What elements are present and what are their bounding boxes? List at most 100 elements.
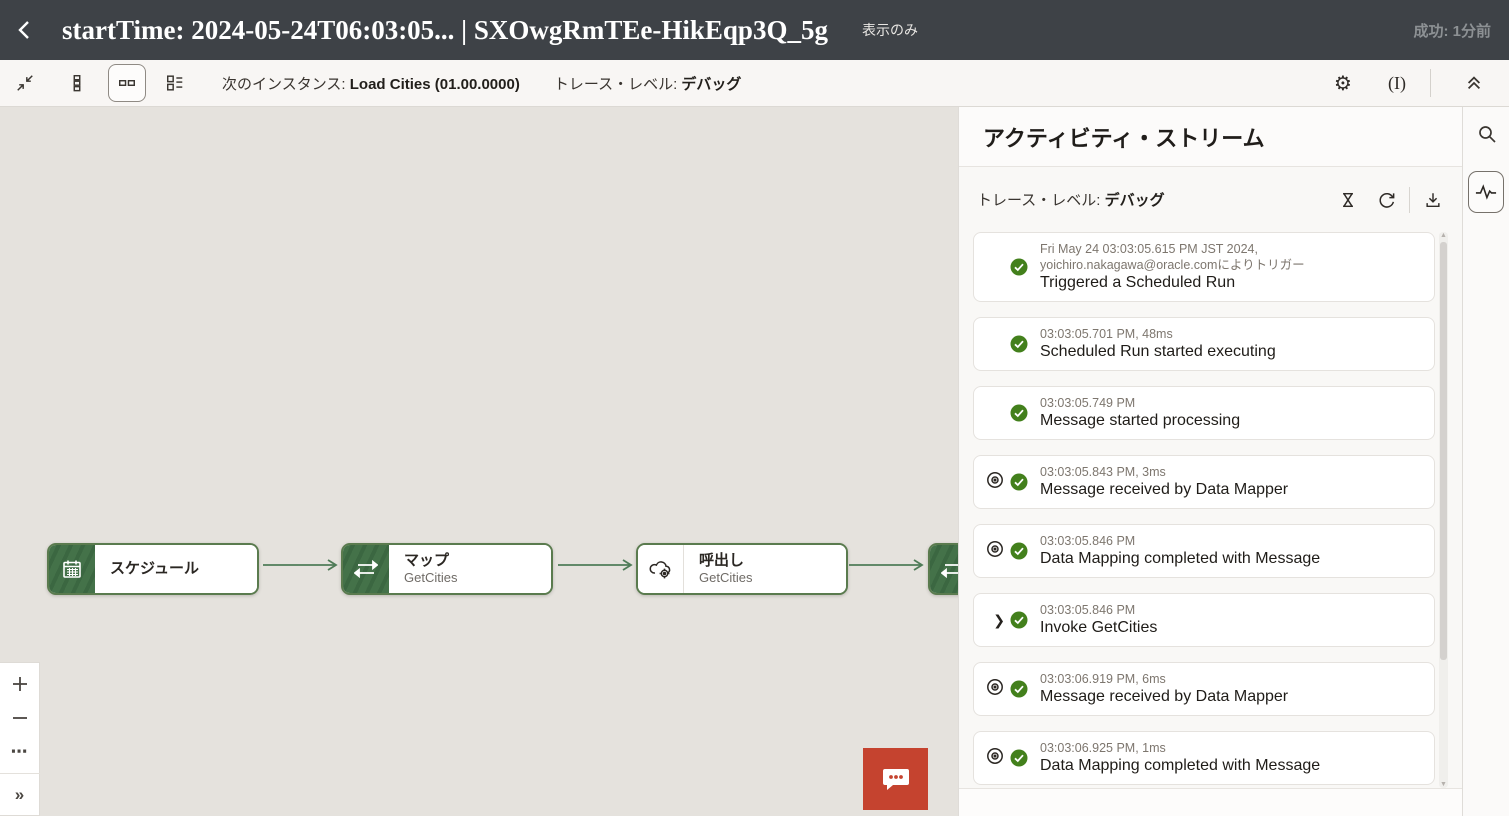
settings-gear-icon[interactable]: ⚙ xyxy=(1324,64,1362,102)
activity-event-list: ❯ Fri May 24 03:03:05.615 PM JST 2024,yo… xyxy=(973,232,1435,788)
flow-connector xyxy=(849,558,925,577)
trace-level-text: トレース・レベル: デバッグ xyxy=(554,73,742,94)
flow-node-map-getcities[interactable]: マップ GetCities xyxy=(341,543,553,595)
flow-node-schedule[interactable]: スケジュール xyxy=(47,543,259,595)
pulse-icon xyxy=(1475,184,1497,200)
success-check-icon xyxy=(1010,258,1028,276)
activity-event-card[interactable]: ❯ 03:03:05.701 PM, 48ms Scheduled Run st… xyxy=(973,317,1435,371)
flow-connector xyxy=(263,558,339,577)
event-meta: 03:03:05.701 PM, 48ms xyxy=(1040,326,1276,342)
event-icon-group: ❯ xyxy=(974,258,1028,276)
tree-view-icon[interactable] xyxy=(156,64,194,102)
status-badge: 成功: 1分前 xyxy=(1413,20,1491,41)
invoke-cloud-icon xyxy=(638,545,684,593)
activity-event-card[interactable]: ❯ Fri May 24 03:03:05.615 PM JST 2024,yo… xyxy=(973,232,1435,302)
view-only-label: 表示のみ xyxy=(862,20,918,40)
event-meta: 03:03:05.846 PM xyxy=(1040,533,1320,549)
activity-event-card[interactable]: ❯ 03:03:05.846 PM Data Mapping completed… xyxy=(973,524,1435,578)
view-payload-eye-icon[interactable] xyxy=(985,677,1005,702)
event-icon-group: ❯ xyxy=(974,335,1028,353)
activity-stream-toolbar: トレース・レベル: デバッグ xyxy=(959,167,1462,232)
scroll-up-arrow[interactable]: ▲ xyxy=(1439,232,1448,239)
app-header: startTime: 2024-05-24T06:03:05... | SXOw… xyxy=(0,0,1509,60)
success-check-icon xyxy=(1010,335,1028,353)
event-title: Message started processing xyxy=(1040,411,1240,431)
view-payload-eye-icon[interactable] xyxy=(985,746,1005,771)
activity-stream-title: アクティビティ・ストリーム xyxy=(983,121,1265,153)
activity-event-card[interactable]: ❯ 03:03:06.919 PM, 6ms Message received … xyxy=(973,662,1435,716)
more-options-button[interactable]: ⋯ xyxy=(0,735,40,769)
scrollbar-thumb[interactable] xyxy=(1440,242,1447,660)
event-icon-group: ❯ xyxy=(974,470,1028,495)
zoom-in-button[interactable] xyxy=(0,667,40,701)
panel-trace-level-label: トレース・レベル: xyxy=(977,192,1100,209)
collapse-toolbar-icon[interactable] xyxy=(1455,64,1493,102)
success-check-icon xyxy=(1010,542,1028,560)
activity-panel-footer xyxy=(959,788,1462,816)
event-icon-group: ❯ xyxy=(974,611,1028,629)
toolbar-divider xyxy=(1430,69,1431,97)
event-meta: 03:03:05.846 PM xyxy=(1040,602,1157,618)
activity-event-card[interactable]: ❯ 03:03:05.843 PM, 3ms Message received … xyxy=(973,455,1435,509)
event-body: 03:03:05.843 PM, 3ms Message received by… xyxy=(1040,464,1288,500)
activity-stream-toggle-button[interactable] xyxy=(1468,171,1504,213)
event-title: Triggered a Scheduled Run xyxy=(1040,273,1305,293)
panel-trace-level-text: トレース・レベル: デバッグ xyxy=(977,189,1165,210)
next-instance-label: 次のインスタンス: xyxy=(222,76,346,93)
event-meta: 03:03:06.925 PM, 1ms xyxy=(1040,740,1320,756)
event-body: 03:03:05.846 PM Data Mapping completed w… xyxy=(1040,533,1320,569)
success-check-icon xyxy=(1010,611,1028,629)
refresh-icon[interactable] xyxy=(1371,185,1401,215)
event-title: Message received by Data Mapper xyxy=(1040,687,1288,707)
view-payload-eye-icon[interactable] xyxy=(985,539,1005,564)
event-body: 03:03:05.701 PM, 48ms Scheduled Run star… xyxy=(1040,326,1276,362)
event-meta: 03:03:06.919 PM, 6ms xyxy=(1040,671,1288,687)
trace-level-value: デバッグ xyxy=(681,76,741,93)
zoom-controls: ⋯ » xyxy=(0,662,40,816)
event-body: Fri May 24 03:03:05.615 PM JST 2024,yoic… xyxy=(1040,241,1305,293)
view-payload-eye-icon[interactable] xyxy=(985,470,1005,495)
activity-stream-header: アクティビティ・ストリーム xyxy=(959,107,1462,167)
next-instance-text: 次のインスタンス: Load Cities (01.00.0000) xyxy=(222,73,520,94)
trace-level-label: トレース・レベル: xyxy=(554,76,677,93)
activity-event-card[interactable]: ❯ 03:03:05.749 PM Message started proces… xyxy=(973,386,1435,440)
success-check-icon xyxy=(1010,749,1028,767)
event-icon-group: ❯ xyxy=(974,677,1028,702)
zoom-to-fit-icon[interactable] xyxy=(6,64,44,102)
activity-event-card[interactable]: ❯ 03:03:06.925 PM, 1ms Data Mapping comp… xyxy=(973,731,1435,785)
node-title: 呼出し xyxy=(699,552,846,570)
event-meta: 03:03:05.749 PM xyxy=(1040,395,1240,411)
search-icon[interactable] xyxy=(1463,111,1509,157)
node-subtitle: GetCities xyxy=(404,570,551,586)
event-meta: Fri May 24 03:03:05.615 PM JST 2024,yoic… xyxy=(1040,241,1305,273)
panel-trace-level-value: デバッグ xyxy=(1105,192,1165,209)
success-check-icon xyxy=(1010,404,1028,422)
event-title: Scheduled Run started executing xyxy=(1040,342,1276,362)
event-title: Data Mapping completed with Message xyxy=(1040,756,1320,776)
feedback-chat-button[interactable] xyxy=(863,748,928,810)
download-icon[interactable] xyxy=(1418,185,1448,215)
map-swap-icon xyxy=(343,545,389,593)
event-icon-group: ❯ xyxy=(974,404,1028,422)
panel-toolbar-divider xyxy=(1409,187,1410,213)
event-icon-group: ❯ xyxy=(974,539,1028,564)
scroll-down-arrow[interactable]: ▼ xyxy=(1439,781,1448,788)
vertical-layout-icon[interactable] xyxy=(58,64,96,102)
horizontal-layout-icon[interactable] xyxy=(108,64,146,102)
event-body: 03:03:06.925 PM, 1ms Data Mapping comple… xyxy=(1040,740,1320,776)
instance-info-icon[interactable]: (I) xyxy=(1388,73,1406,94)
success-check-icon xyxy=(1010,473,1028,491)
expand-panel-button[interactable]: » xyxy=(0,778,40,812)
back-button[interactable] xyxy=(0,0,48,60)
activity-event-card[interactable]: ❯ 03:03:05.846 PM Invoke GetCities xyxy=(973,593,1435,647)
event-body: 03:03:05.846 PM Invoke GetCities xyxy=(1040,602,1157,638)
expand-chevron-icon[interactable]: ❯ xyxy=(993,612,1005,629)
event-body: 03:03:05.749 PM Message started processi… xyxy=(1040,395,1240,431)
flow-node-invoke-getcities[interactable]: 呼出し GetCities xyxy=(636,543,848,595)
zoom-out-button[interactable] xyxy=(0,701,40,735)
event-title: Data Mapping completed with Message xyxy=(1040,549,1320,569)
duration-hourglass-icon[interactable] xyxy=(1333,185,1363,215)
zoom-panel-divider xyxy=(0,773,40,774)
activity-scrollbar[interactable]: ▲ ▼ xyxy=(1439,232,1448,788)
event-title: Invoke GetCities xyxy=(1040,618,1157,638)
